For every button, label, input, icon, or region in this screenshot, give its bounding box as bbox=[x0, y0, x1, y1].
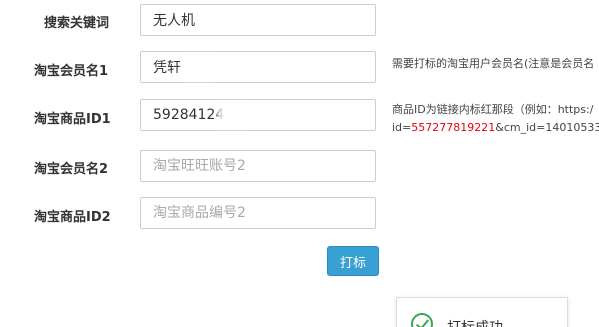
hint-prefix: id= bbox=[392, 121, 412, 134]
success-toast: 打标成功 bbox=[396, 297, 568, 327]
member1-hint: 需要打标的淘宝用户会员名(注意是会员名 bbox=[392, 57, 595, 70]
tag-submit-button[interactable]: 打标 bbox=[327, 246, 379, 276]
member2-label: 淘宝会员名2 bbox=[34, 162, 109, 177]
redaction-blur bbox=[222, 107, 242, 123]
item1-hint-line1: 商品ID为链接内标红那段（例如：https:/ bbox=[392, 103, 594, 116]
item1-label: 淘宝商品ID1 bbox=[34, 112, 111, 127]
member2-input[interactable] bbox=[140, 150, 376, 182]
keyword-input[interactable] bbox=[140, 4, 376, 36]
check-circle-icon bbox=[411, 313, 433, 327]
member1-input[interactable] bbox=[140, 51, 376, 83]
item2-label: 淘宝商品ID2 bbox=[34, 210, 111, 225]
item1-input[interactable] bbox=[140, 99, 376, 131]
hint-example-id: 557277819221 bbox=[411, 121, 496, 134]
toast-message: 打标成功 bbox=[447, 317, 503, 327]
redaction-blur bbox=[188, 60, 208, 76]
keyword-label: 搜索关键词 bbox=[44, 16, 110, 31]
hint-suffix: &cm_id=140105335 bbox=[495, 121, 599, 134]
item2-input[interactable] bbox=[140, 197, 376, 229]
item1-hint-line2: id=557277819221&cm_id=140105335 bbox=[392, 121, 599, 134]
tagging-form-page: 搜索关键词 淘宝会员名1 需要打标的淘宝用户会员名(注意是会员名 淘宝商品ID1… bbox=[0, 0, 599, 327]
member1-label: 淘宝会员名1 bbox=[34, 64, 109, 79]
